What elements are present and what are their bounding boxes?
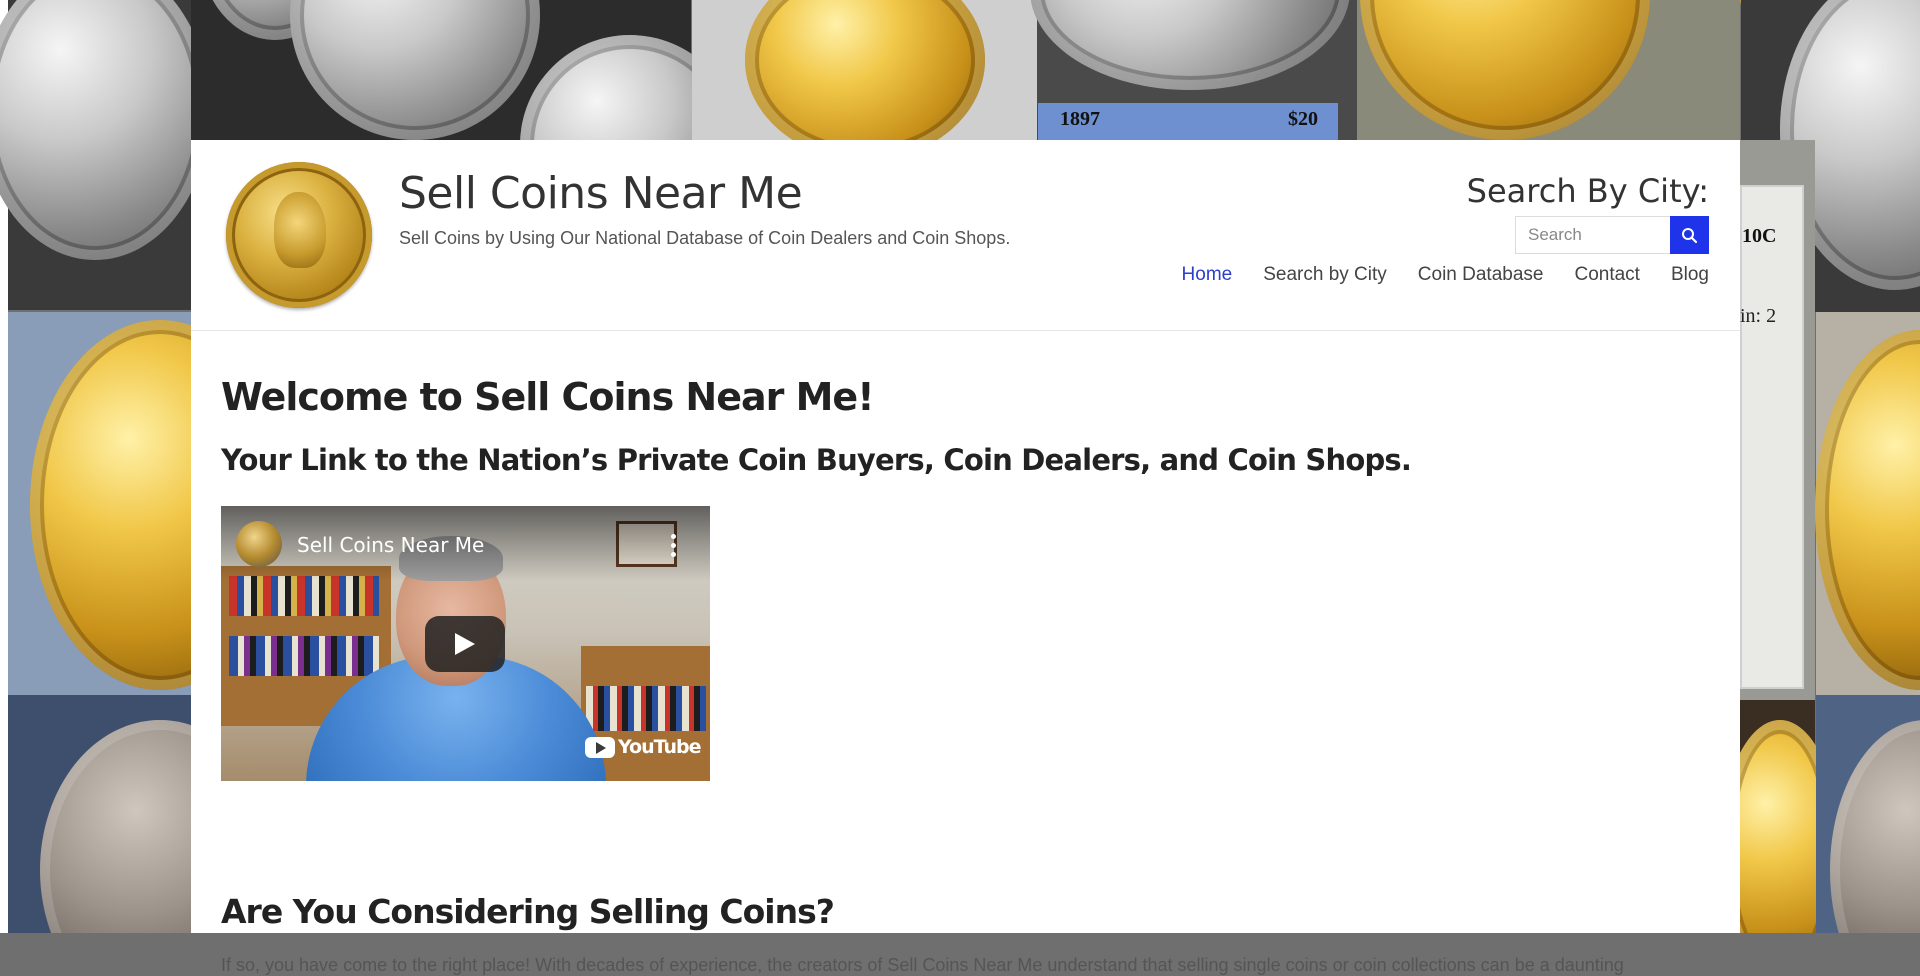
youtube-wordmark: YouTube [618,736,701,758]
coin-portrait-icon [274,192,326,268]
slab-label-denomination: 10C [1742,225,1777,247]
nav-item-coin-database[interactable]: Coin Database [1418,264,1544,286]
nav-item-search-by-city[interactable]: Search by City [1263,264,1387,286]
play-button[interactable] [425,616,505,672]
intro-paragraph: If so, you have come to the right place!… [221,955,1624,975]
youtube-logo-icon [585,736,615,758]
nav-item-blog[interactable]: Blog [1671,264,1709,286]
search-input[interactable] [1515,216,1670,254]
youtube-video-embed[interactable]: Sell Coins Near Me YouTube [221,506,710,781]
selling-coins-heading: Are You Considering Selling Coins? [221,892,835,931]
primary-navigation: Home Search by City Coin Database Contac… [1182,264,1709,286]
more-options-icon[interactable] [669,534,677,558]
play-icon [455,633,475,655]
search-icon [1682,228,1698,244]
site-tagline: Sell Coins by Using Our National Databas… [399,228,1011,248]
search-by-city-heading: Search By City: [1466,172,1709,210]
site-header: Sell Coins Near Me Sell Coins by Using O… [191,140,1740,331]
slab-label-grade: in: 2 [1740,305,1777,327]
search-button[interactable] [1670,216,1709,254]
coin-label-value: $20 [1288,108,1318,130]
intro-subheading: Your Link to the Nation’s Private Coin B… [221,443,1412,477]
site-title[interactable]: Sell Coins Near Me [399,168,803,219]
youtube-watermark[interactable]: YouTube [585,736,701,758]
nav-item-contact[interactable]: Contact [1574,264,1639,286]
nav-item-home[interactable]: Home [1182,264,1233,286]
main-page-container: Sell Coins Near Me Sell Coins by Using O… [191,140,1740,975]
video-title[interactable]: Sell Coins Near Me [297,533,484,557]
coin-label-year: 1897 [1060,108,1100,130]
site-logo-coin[interactable] [226,162,372,308]
channel-avatar[interactable] [236,521,282,567]
welcome-heading: Welcome to Sell Coins Near Me! [221,375,875,419]
